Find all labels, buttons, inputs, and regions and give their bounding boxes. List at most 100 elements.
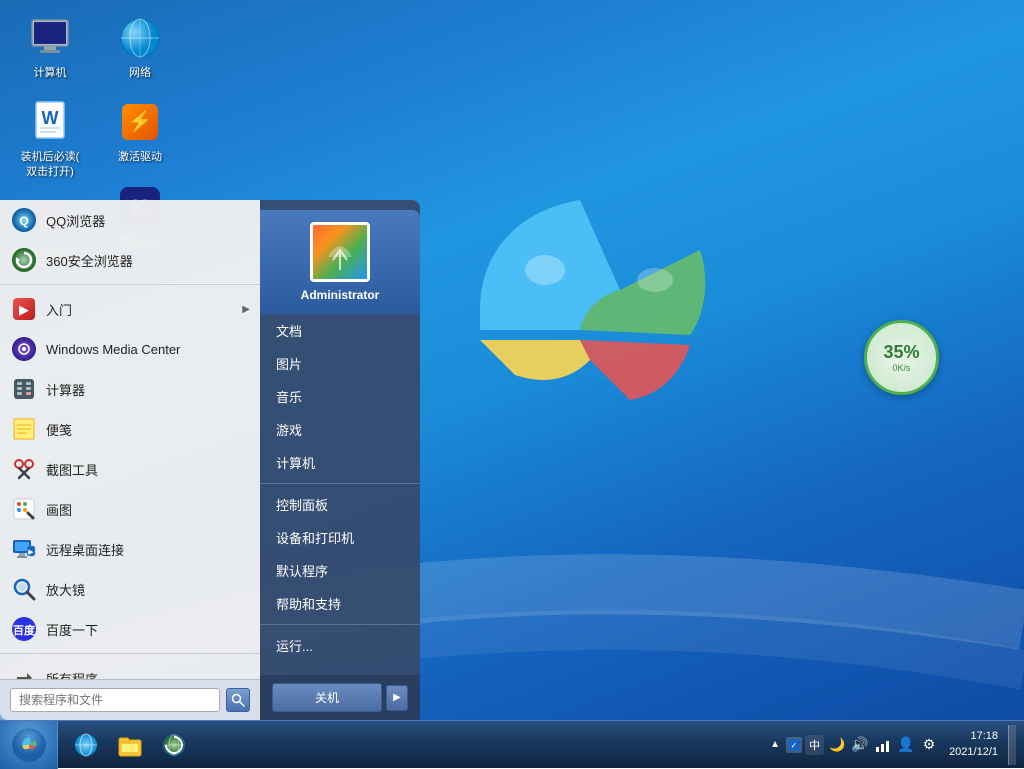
- remote-label: 远程桌面连接: [46, 540, 124, 559]
- 360-label: 360安全浏览器: [46, 251, 133, 270]
- menu-item-pictures[interactable]: 图片: [260, 347, 420, 380]
- menu-divider-2: [0, 653, 260, 654]
- desktop-icon-activate[interactable]: ⚡ 激活驱动: [100, 94, 180, 168]
- menu-item-remote[interactable]: ▶ 远程桌面连接: [0, 529, 260, 569]
- tray-user-icon[interactable]: 👤: [896, 735, 916, 755]
- wmc-icon: [10, 335, 38, 363]
- svg-text:百度: 百度: [13, 623, 36, 637]
- desktop: 35% 0K/s 计算机 W: [0, 0, 1024, 768]
- menu-item-baidu[interactable]: 百度 百度一下: [0, 609, 260, 649]
- start-menu: Q QQ浏览器: [0, 200, 420, 720]
- paint-label: 画图: [46, 500, 72, 519]
- menu-item-magnifier[interactable]: 放大镜: [0, 569, 260, 609]
- show-desktop-button[interactable]: [1008, 725, 1016, 765]
- menu-item-my-computer[interactable]: 计算机: [260, 446, 420, 479]
- menu-item-documents[interactable]: 文档: [260, 314, 420, 347]
- taskbar: ▲ ✓ 中 🌙 🔊: [0, 720, 1024, 768]
- taskbar-icon-ie[interactable]: [154, 725, 194, 765]
- search-input[interactable]: [10, 688, 220, 712]
- desktop-icon-document[interactable]: W 装机后必读( 双击打开): [10, 94, 90, 183]
- 360-icon: [10, 246, 38, 274]
- menu-item-wmc[interactable]: Windows Media Center: [0, 329, 260, 369]
- magnifier-icon: [10, 575, 38, 603]
- menu-item-started[interactable]: ▶ 入门 ▶: [0, 289, 260, 329]
- wmc-label: Windows Media Center: [46, 342, 180, 357]
- menu-item-devices[interactable]: 设备和打印机: [260, 521, 420, 554]
- snipping-icon: [10, 455, 38, 483]
- menu-item-run[interactable]: 运行...: [260, 629, 420, 662]
- desktop-icon-computer[interactable]: 计算机: [10, 10, 90, 84]
- activate-icon: ⚡: [116, 98, 164, 146]
- speed-gauge[interactable]: 35% 0K/s: [864, 320, 939, 395]
- qq-browser-label: QQ浏览器: [46, 211, 105, 230]
- start-menu-left: Q QQ浏览器: [0, 200, 260, 720]
- tray-settings-icon[interactable]: ⚙: [919, 735, 939, 755]
- network-icon: [116, 14, 164, 62]
- menu-item-all-programs[interactable]: 所有程序: [0, 658, 260, 679]
- user-avatar[interactable]: [310, 222, 370, 282]
- paint-icon: [10, 495, 38, 523]
- taskbar-icon-explorer[interactable]: [110, 725, 150, 765]
- started-icon: ▶: [10, 295, 38, 323]
- sticky-label: 便笺: [46, 420, 72, 439]
- baidu-label: 百度一下: [46, 620, 98, 639]
- right-divider-2: [260, 624, 420, 625]
- menu-item-calc[interactable]: 计算器: [0, 369, 260, 409]
- user-profile: Administrator: [260, 210, 420, 314]
- svg-text:✓: ✓: [791, 741, 798, 750]
- all-programs-icon: [10, 664, 38, 679]
- started-label: 入门: [46, 300, 72, 319]
- menu-item-sticky[interactable]: 便笺: [0, 409, 260, 449]
- tray-expand-arrow[interactable]: ▲: [768, 737, 782, 752]
- start-menu-right: Administrator 文档 图片 音乐 游戏 计算机 控制面板: [260, 200, 420, 720]
- magnifier-label: 放大镜: [46, 580, 85, 599]
- menu-item-control-panel[interactable]: 控制面板: [260, 488, 420, 521]
- system-clock[interactable]: 17:18 2021/12/1: [943, 729, 1004, 760]
- speed-percent: 35%: [883, 342, 919, 363]
- taskbar-icon-network[interactable]: [66, 725, 106, 765]
- menu-item-music[interactable]: 音乐: [260, 380, 420, 413]
- tray-icons: ✓ 中 🌙 🔊: [786, 735, 939, 755]
- windows-logo: [400, 150, 740, 475]
- menu-item-default-programs[interactable]: 默认程序: [260, 554, 420, 587]
- snipping-label: 截图工具: [46, 460, 98, 479]
- document-icon: W: [26, 98, 74, 146]
- computer-icon: [26, 14, 74, 62]
- svg-text:▶: ▶: [19, 302, 29, 317]
- remote-icon: ▶: [10, 535, 38, 563]
- ime-label: 中: [809, 737, 820, 753]
- right-divider-1: [260, 483, 420, 484]
- started-arrow: ▶: [242, 304, 250, 315]
- taskbar-pinned-apps: [58, 725, 202, 765]
- user-name: Administrator: [301, 288, 380, 302]
- calc-label: 计算器: [46, 380, 85, 399]
- start-button[interactable]: [0, 721, 58, 769]
- menu-item-snipping[interactable]: 截图工具: [0, 449, 260, 489]
- menu-item-qq-browser[interactable]: Q QQ浏览器: [0, 200, 260, 240]
- search-button[interactable]: [226, 688, 250, 712]
- shutdown-arrow[interactable]: ▶: [386, 685, 408, 711]
- tray-network-icon[interactable]: [873, 735, 893, 755]
- svg-text:⚡: ⚡: [128, 109, 153, 133]
- desktop-icon-network[interactable]: 网络: [100, 10, 180, 84]
- menu-item-help[interactable]: 帮助和支持: [260, 587, 420, 620]
- menu-item-games[interactable]: 游戏: [260, 413, 420, 446]
- sticky-icon: [10, 415, 38, 443]
- qq-browser-icon: Q: [10, 206, 38, 234]
- all-programs-label: 所有程序: [46, 669, 98, 680]
- network-icon-label: 网络: [129, 66, 151, 80]
- tray-volume-icon[interactable]: 🔊: [850, 735, 870, 755]
- tray-security-icon[interactable]: ✓: [786, 737, 802, 753]
- tray-moon-icon[interactable]: 🌙: [827, 735, 847, 755]
- search-bar: [0, 679, 260, 720]
- shutdown-button[interactable]: 关机: [272, 683, 382, 712]
- svg-text:Q: Q: [19, 214, 28, 228]
- menu-item-paint[interactable]: 画图: [0, 489, 260, 529]
- menu-item-360[interactable]: 360安全浏览器: [0, 240, 260, 280]
- ime-indicator[interactable]: 中: [805, 735, 824, 755]
- baidu-icon: 百度: [10, 615, 38, 643]
- system-tray: ▲ ✓ 中 🌙 🔊: [760, 725, 1024, 765]
- start-menu-items: Q QQ浏览器: [0, 200, 260, 679]
- document-icon-label: 装机后必读( 双击打开): [21, 150, 80, 179]
- clock-time: 17:18: [949, 729, 998, 744]
